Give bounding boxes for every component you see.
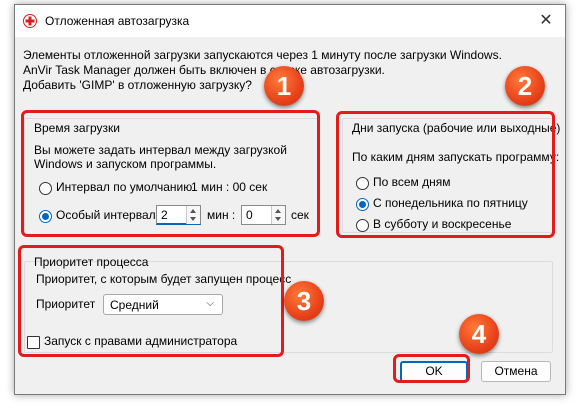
intro-line-1: Элементы отложенной загрузки запускаются… [23,48,502,62]
highlight-load-time [21,110,320,237]
annotation-badge-2: 2 [505,66,545,106]
intro-line-3: Добавить 'GIMP' в отложенную загрузку? [23,78,252,92]
annotation-badge-1: 1 [264,66,304,106]
highlight-ok [393,354,470,383]
title-bar: Отложенная автозагрузка ✕ [15,5,565,37]
highlight-priority [18,245,284,357]
annotation-badge-4: 4 [459,314,499,354]
intro-line-2: AnVir Task Manager должен быть включен в… [23,63,385,77]
annotation-badge-3: 3 [284,281,324,321]
app-icon [23,14,37,28]
close-button[interactable]: ✕ [533,8,559,34]
cancel-button[interactable]: Отмена [481,361,551,382]
highlight-launch-days [336,111,555,238]
close-icon[interactable]: ✕ [539,12,552,29]
window-title: Отложенная автозагрузка [45,14,190,28]
